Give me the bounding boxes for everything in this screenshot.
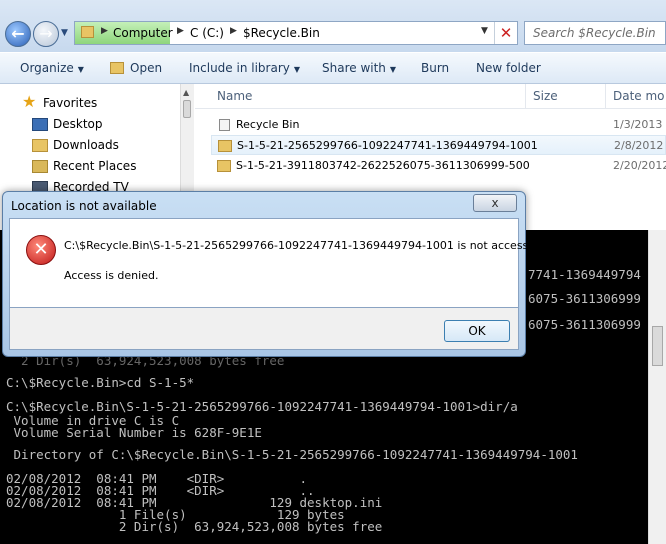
console-line: Volume Serial Number is 628F-9E1E bbox=[6, 425, 262, 440]
address-box[interactable]: ▶ Computer ▶ C (C:) ▶ $Recycle.Bin ▼ ✕ bbox=[74, 21, 518, 45]
command-bar: Organize ▼ Open Include in library ▼ Share… bbox=[0, 52, 666, 84]
stop-icon[interactable]: ✕ bbox=[494, 22, 517, 44]
file-name: Recycle Bin bbox=[236, 118, 300, 131]
close-button[interactable]: x bbox=[473, 194, 517, 212]
scroll-thumb[interactable] bbox=[652, 326, 663, 366]
file-name: S-1-5-21-2565299766-1092247741-136944979… bbox=[237, 139, 538, 152]
file-date: 2/8/2012 8 bbox=[614, 139, 666, 152]
include-in-library-button[interactable]: Include in library ▼ bbox=[189, 61, 300, 75]
console-line: C:\$Recycle.Bin\S-1-5-21-2565299766-1092… bbox=[6, 399, 518, 414]
breadcrumb-drive[interactable]: C (C:) bbox=[190, 26, 224, 40]
downloads-icon bbox=[32, 139, 48, 152]
console-scrollbar[interactable] bbox=[648, 230, 666, 544]
file-date: 1/3/2013 6 bbox=[613, 118, 666, 131]
column-header: Name Size Date mo bbox=[195, 84, 666, 109]
scroll-up-icon[interactable]: ▲ bbox=[183, 88, 189, 97]
open-label: Open bbox=[130, 61, 163, 75]
error-dialog: Location is not available x ✕ C:\$Recycl… bbox=[2, 191, 552, 357]
file-date: 2/20/2012 8 bbox=[613, 159, 666, 172]
nav-desktop[interactable]: Desktop bbox=[53, 117, 103, 131]
forward-button[interactable]: → bbox=[33, 21, 59, 47]
console-line: C:\$Recycle.Bin>cd S-1-5* bbox=[6, 375, 195, 390]
nav-downloads[interactable]: Downloads bbox=[53, 138, 119, 152]
ok-button[interactable]: OK bbox=[444, 320, 510, 342]
nav-favorites[interactable]: Favorites bbox=[43, 96, 97, 110]
include-label: Include in library bbox=[189, 61, 290, 75]
share-with-button[interactable]: Share with ▼ bbox=[322, 61, 396, 75]
star-icon: ★ bbox=[22, 92, 37, 111]
file-row[interactable]: Recycle Bin 1/3/2013 6 bbox=[211, 115, 666, 135]
breadcrumb-recycle-bin[interactable]: $Recycle.Bin bbox=[243, 26, 320, 40]
file-row[interactable]: S-1-5-21-3911803742-2622526075-361130699… bbox=[211, 156, 666, 176]
dialog-detail: Access is denied. bbox=[64, 269, 159, 282]
column-name[interactable]: Name bbox=[217, 89, 252, 103]
caret-down-icon: ▼ bbox=[293, 65, 301, 74]
folder-icon bbox=[218, 140, 232, 152]
history-dropdown-icon[interactable]: ▼ bbox=[61, 28, 69, 38]
scroll-thumb[interactable] bbox=[183, 100, 191, 118]
share-label: Share with bbox=[322, 61, 386, 75]
open-button[interactable]: Open bbox=[110, 61, 162, 75]
burn-button[interactable]: Burn bbox=[421, 61, 449, 75]
file-row[interactable]: S-1-5-21-2565299766-1092247741-136944979… bbox=[211, 135, 666, 155]
organize-button[interactable]: Organize ▼ bbox=[20, 61, 84, 75]
dialog-message: C:\$Recycle.Bin\S-1-5-21-2565299766-1092… bbox=[64, 239, 552, 252]
error-icon: ✕ bbox=[26, 235, 56, 265]
address-dropdown-icon[interactable]: ▼ bbox=[481, 26, 488, 36]
breadcrumb-computer[interactable]: Computer bbox=[113, 26, 173, 40]
address-bar-area: ← → ▼ ▶ Computer ▶ C (C:) ▶ $Recycle.Bin… bbox=[0, 0, 666, 52]
caret-down-icon: ▼ bbox=[389, 65, 397, 74]
console-partial-line: 6075-3611306999 bbox=[528, 317, 641, 332]
recycle-bin-icon bbox=[219, 119, 230, 131]
chevron-right-icon[interactable]: ▶ bbox=[101, 26, 108, 36]
folder-icon bbox=[217, 160, 231, 172]
back-button[interactable]: ← bbox=[5, 21, 31, 47]
search-input[interactable]: Search $Recycle.Bin bbox=[524, 21, 666, 45]
search-placeholder: Search $Recycle.Bin bbox=[533, 26, 656, 40]
chevron-right-icon[interactable]: ▶ bbox=[177, 26, 184, 36]
console-partial-line: 7741-1369449794 bbox=[528, 267, 641, 282]
console-partial-line: 6075-3611306999 bbox=[528, 291, 641, 306]
console-line: 2 Dir(s) 63,924,523,008 bytes free bbox=[6, 519, 383, 534]
file-name: S-1-5-21-3911803742-2622526075-361130699… bbox=[236, 159, 530, 172]
console-line: Directory of C:\$Recycle.Bin\S-1-5-21-25… bbox=[6, 447, 578, 462]
recent-places-icon bbox=[32, 160, 48, 173]
column-divider[interactable] bbox=[525, 84, 526, 108]
dialog-footer: OK bbox=[9, 308, 519, 350]
desktop-icon bbox=[32, 118, 48, 131]
organize-label: Organize bbox=[20, 61, 74, 75]
chevron-right-icon[interactable]: ▶ bbox=[230, 26, 237, 36]
dialog-body: ✕ C:\$Recycle.Bin\S-1-5-21-2565299766-10… bbox=[9, 218, 552, 308]
column-divider[interactable] bbox=[605, 84, 606, 108]
column-date[interactable]: Date mo bbox=[613, 89, 665, 103]
folder-icon bbox=[81, 26, 94, 38]
new-folder-button[interactable]: New folder bbox=[476, 61, 541, 75]
dialog-title: Location is not available bbox=[11, 199, 157, 213]
open-folder-icon bbox=[110, 62, 124, 74]
caret-down-icon: ▼ bbox=[77, 65, 84, 74]
nav-recent-places[interactable]: Recent Places bbox=[53, 159, 136, 173]
column-size[interactable]: Size bbox=[533, 89, 558, 103]
